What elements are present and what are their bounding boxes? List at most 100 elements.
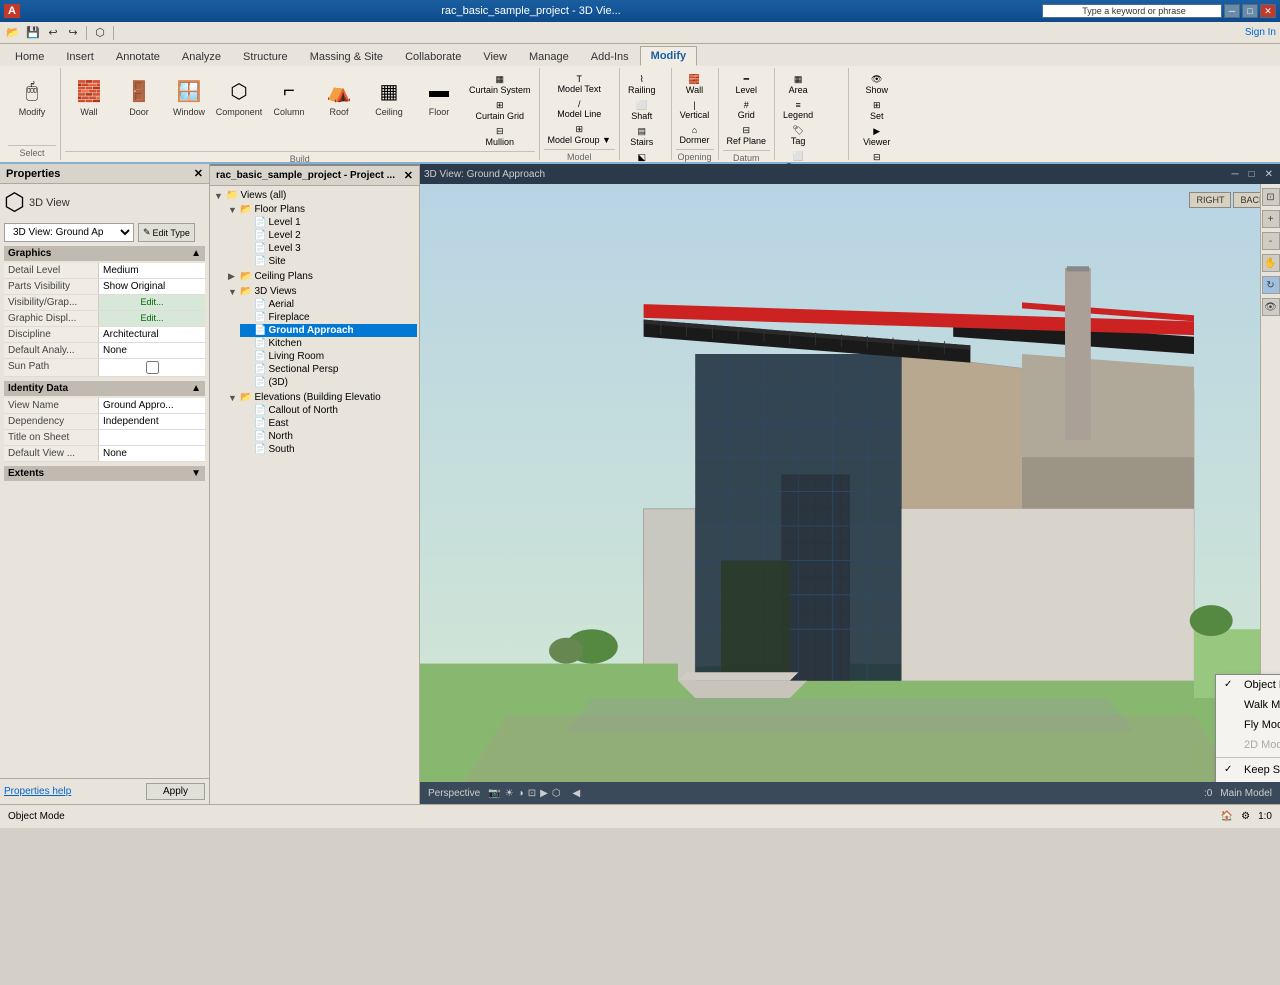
grid-btn[interactable]: # Grid [723,98,771,122]
title-on-sheet-value[interactable] [99,430,205,445]
floor-btn[interactable]: ▬ Floor [415,72,463,121]
zoom-out-tool[interactable]: - [1262,232,1280,250]
ctx-object-mode[interactable]: Object Mode [1216,675,1280,695]
shaft-btn[interactable]: ⬜ Shaft [624,98,660,123]
tree-row-sectional[interactable]: 📄 Sectional Persp [240,363,417,376]
tree-row-site[interactable]: 📄 Site [240,255,417,268]
view-close-btn[interactable]: ✕ [1262,169,1276,180]
window-btn[interactable]: 🪟 Window [165,72,213,121]
detail-level-value[interactable]: Medium [99,263,205,278]
view-minimize-btn[interactable]: ─ [1228,169,1241,180]
tab-manage[interactable]: Manage [518,47,580,66]
wall-btn[interactable]: 🧱 Wall [65,72,113,121]
camera-icon[interactable]: 📷 [488,788,500,799]
sun-path-input[interactable] [146,361,159,374]
ctx-walk-mode[interactable]: Walk Mode [1216,695,1280,715]
extents-section-header[interactable]: Extents ▼ [4,466,205,481]
tree-row-kitchen[interactable]: 📄 Kitchen [240,337,417,350]
tree-row-east[interactable]: 📄 East [240,417,417,430]
mullion-btn[interactable]: ⊟ Mullion [465,124,535,149]
tree-row-3d[interactable]: ▼ 📂 3D Views [226,285,417,298]
tree-row-aerial[interactable]: 📄 Aerial [240,298,417,311]
dependency-value[interactable]: Independent [99,414,205,429]
component-btn[interactable]: ⬡ Component [215,72,263,121]
ctx-2d-mode[interactable]: 2D Mode [1216,735,1280,755]
edit-type-btn[interactable]: ✎ Edit Type [138,223,195,242]
railing-btn[interactable]: ⌇ Railing [624,72,660,97]
close-btn[interactable]: ✕ [1260,4,1276,18]
legend-btn[interactable]: ≡ Legend [779,98,817,122]
zoom-in-tool[interactable]: + [1262,210,1280,228]
tab-annotate[interactable]: Annotate [105,47,171,66]
wall-opening-btn[interactable]: 🧱 Wall [676,72,714,97]
tree-row-callout[interactable]: 📄 Callout of North [240,404,417,417]
properties-close-icon[interactable]: ✕ [194,167,203,180]
tab-analyze[interactable]: Analyze [171,47,232,66]
qa-undo-btn[interactable]: ↩ [44,24,62,42]
tree-row-ceiling[interactable]: ▶ 📂 Ceiling Plans [226,270,417,283]
tree-row-level3[interactable]: 📄 Level 3 [240,242,417,255]
pan-tool[interactable]: ✋ [1262,254,1280,272]
tree-row-fireplace[interactable]: 📄 Fireplace [240,311,417,324]
tree-row-level2[interactable]: 📄 Level 2 [240,229,417,242]
model-line-btn[interactable]: / Model Line [544,97,615,121]
properties-help-link[interactable]: Properties help [4,786,71,797]
door-btn[interactable]: 🚪 Door [115,72,163,121]
tree-row-living-room[interactable]: 📄 Living Room [240,350,417,363]
maximize-btn[interactable]: □ [1242,4,1258,18]
ctx-fly-mode[interactable]: Fly Mode [1216,715,1280,735]
tab-home[interactable]: Home [4,47,55,66]
tree-row-views[interactable]: ▼ 📁 Views (all) [212,189,417,202]
dormer-btn[interactable]: ⌂ Dormer [676,123,714,147]
tab-modify[interactable]: Modify [640,46,697,66]
graphics-section-header[interactable]: Graphics ▲ [4,246,205,261]
ctx-keep-scene-upright[interactable]: Keep Scene Upright [1216,760,1280,780]
tree-row-south[interactable]: 📄 South [240,443,417,456]
roof-btn[interactable]: ⛺ Roof [315,72,363,121]
show-btn[interactable]: 👁 Show [853,72,901,97]
default-analy-value[interactable]: None [99,343,205,358]
tree-row-3d-default[interactable]: 📄 (3D) [240,376,417,389]
tag-btn[interactable]: 🏷 Tag [779,123,817,148]
3d-canvas[interactable]: RIGHT BACK ⊡ + - ✋ ↻ 👁 ▲ ▼ Object Mode W… [420,184,1280,782]
modify-btn[interactable]: 🖱 Modify [8,72,56,121]
visibility-edit-btn[interactable]: Edit... [99,295,205,310]
identity-section-header[interactable]: Identity Data ▲ [4,381,205,396]
crop-icon[interactable]: ⊡ [528,788,536,799]
default-view-value[interactable]: None [99,446,205,461]
set-btn[interactable]: ⊞ Set [853,98,901,123]
ceiling-btn[interactable]: ▦ Ceiling [365,72,413,121]
sun-icon[interactable]: ☀ [505,788,514,799]
sign-in-label[interactable]: Sign In [1245,27,1276,38]
tree-row-ground-approach[interactable]: 📄 Ground Approach [240,324,417,337]
qa-open-btn[interactable]: 📂 [4,24,22,42]
sun-path-checkbox[interactable] [99,359,205,376]
stairs-btn[interactable]: ▤ Stairs [624,124,660,149]
area-btn[interactable]: ▦ Area [779,72,817,97]
pb-close-icon[interactable]: ✕ [404,169,413,182]
view-maximize-btn[interactable]: □ [1246,169,1258,180]
tab-insert[interactable]: Insert [55,47,105,66]
minimize-btn[interactable]: ─ [1224,4,1240,18]
orbit-tool[interactable]: ↻ [1262,276,1280,294]
tree-row-north[interactable]: 📄 North [240,430,417,443]
zoom-extent-tool[interactable]: ⊡ [1262,188,1280,206]
level-btn[interactable]: ━ Level [723,72,771,97]
vertical-btn[interactable]: | Vertical [676,98,714,122]
tab-collaborate[interactable]: Collaborate [394,47,472,66]
qa-save-btn[interactable]: 💾 [24,24,42,42]
tree-row-level1[interactable]: 📄 Level 1 [240,216,417,229]
render-icon[interactable]: ▶ [540,788,548,799]
viewer-btn[interactable]: ▶ Viewer [853,124,901,149]
discipline-value[interactable]: Architectural [99,327,205,342]
tab-structure[interactable]: Structure [232,47,299,66]
graphic-disp-edit-btn[interactable]: Edit... [99,311,205,326]
ref-plane-btn[interactable]: ⊟ Ref Plane [723,123,771,148]
apply-btn[interactable]: Apply [146,783,205,800]
model-text-btn[interactable]: T Model Text [544,72,615,96]
model-graphic-icon[interactable]: ⬡ [552,788,561,799]
model-group-btn[interactable]: ⊞ Model Group ▼ [544,122,615,147]
tree-row-elevations[interactable]: ▼ 📂 Elevations (Building Elevatio [226,391,417,404]
qa-redo-btn[interactable]: ↪ [64,24,82,42]
tab-massing[interactable]: Massing & Site [299,47,394,66]
